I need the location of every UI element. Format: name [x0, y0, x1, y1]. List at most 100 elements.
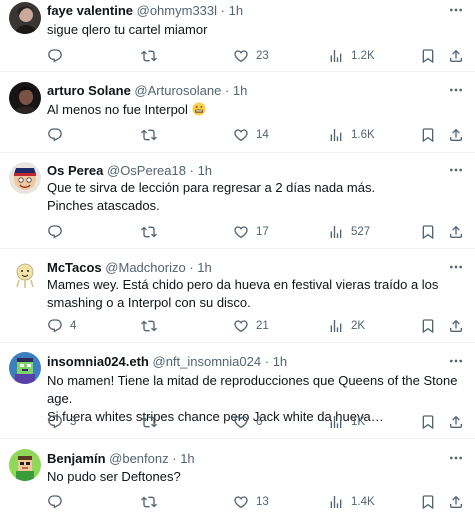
avatar[interactable] — [9, 258, 41, 290]
reply-tweet[interactable]: arturo Solane @Arturosolane · 1h Al meno… — [0, 72, 475, 153]
bookmark-button[interactable] — [420, 413, 436, 431]
user-handle[interactable]: @benfonz — [109, 451, 168, 466]
heart-icon — [233, 414, 249, 430]
reply-tweet[interactable]: insomnia024.eth @nft_insomnia024 · 1h No… — [0, 343, 475, 439]
tweet-text: Mames wey. Está chido pero da hueva en f… — [47, 276, 463, 312]
heart-icon — [233, 48, 249, 64]
reply-button[interactable]: 3 — [47, 413, 76, 431]
bookmark-button[interactable] — [420, 126, 436, 144]
tweet-text-line: Pinches atascados. — [47, 198, 160, 213]
reply-icon — [47, 127, 63, 143]
user-handle[interactable]: @OsPerea18 — [107, 163, 186, 178]
separator-dot: · — [220, 3, 225, 18]
share-button[interactable] — [448, 413, 464, 431]
more-icon[interactable] — [447, 82, 465, 98]
like-button[interactable]: 6 — [233, 413, 262, 431]
action-bar: 23 1.2K — [47, 47, 475, 65]
avatar[interactable] — [9, 82, 41, 114]
display-name[interactable]: McTacos — [47, 260, 102, 275]
action-bar: 17 527 — [47, 223, 475, 241]
avatar[interactable] — [9, 2, 41, 34]
timestamp[interactable]: 1h — [229, 3, 243, 18]
reply-icon — [47, 494, 63, 510]
like-button[interactable]: 13 — [233, 493, 269, 511]
heart-icon — [233, 224, 249, 240]
user-handle[interactable]: @nft_insomnia024 — [153, 354, 262, 369]
like-button[interactable]: 21 — [233, 317, 269, 335]
avatar[interactable] — [9, 352, 41, 384]
reply-button[interactable] — [47, 47, 70, 65]
more-icon[interactable] — [447, 162, 465, 178]
timestamp[interactable]: 1h — [197, 260, 211, 275]
views-button[interactable]: 527 — [328, 223, 370, 241]
avatar[interactable] — [9, 449, 41, 481]
share-button[interactable] — [448, 223, 464, 241]
retweet-button[interactable] — [141, 493, 164, 511]
more-icon[interactable] — [447, 450, 465, 466]
reply-count: 3 — [70, 416, 77, 428]
share-button[interactable] — [448, 493, 464, 511]
views-button[interactable]: 1K — [328, 413, 365, 431]
like-button[interactable]: 23 — [233, 47, 269, 65]
view-count: 1K — [351, 416, 366, 428]
share-icon — [448, 318, 464, 334]
timestamp[interactable]: 1h — [198, 163, 212, 178]
view-count: 1.4K — [351, 496, 375, 508]
share-icon — [448, 414, 464, 430]
like-count: 14 — [256, 129, 269, 141]
like-button[interactable]: 14 — [233, 126, 269, 144]
avatar[interactable] — [9, 162, 41, 194]
tweet-header: Os Perea @OsPerea18 · 1h — [47, 163, 212, 179]
retweet-button[interactable] — [141, 126, 164, 144]
retweet-button[interactable] — [141, 223, 164, 241]
timestamp[interactable]: 1h — [233, 83, 247, 98]
display-name[interactable]: insomnia024.eth — [47, 354, 149, 369]
timestamp[interactable]: 1h — [180, 451, 194, 466]
retweet-button[interactable] — [141, 317, 164, 335]
bookmark-button[interactable] — [420, 493, 436, 511]
views-button[interactable]: 1.4K — [328, 493, 375, 511]
reply-tweet[interactable]: Os Perea @OsPerea18 · 1h Que te sirva de… — [0, 153, 475, 249]
reply-button[interactable] — [47, 493, 70, 511]
reply-tweet[interactable]: faye valentine @ohmym333l · 1h sigue qle… — [0, 0, 475, 72]
display-name[interactable]: Os Perea — [47, 163, 103, 178]
bookmark-button[interactable] — [420, 47, 436, 65]
separator-dot: · — [224, 83, 230, 98]
retweet-button[interactable] — [141, 47, 164, 65]
action-bar: 3 6 1K — [47, 413, 475, 431]
tweet-text: sigue qlero tu cartel miamor — [47, 21, 463, 39]
user-handle[interactable]: @ohmym333l — [137, 3, 217, 18]
more-icon[interactable] — [447, 353, 465, 369]
timestamp[interactable]: 1h — [273, 354, 287, 369]
retweet-button[interactable] — [141, 413, 164, 431]
display-name[interactable]: faye valentine — [47, 3, 133, 18]
share-icon — [448, 127, 464, 143]
display-name[interactable]: Benjamín — [47, 451, 106, 466]
tweet-text-line: Que te sirva de lección para regresar a … — [47, 180, 376, 195]
reply-tweet[interactable]: McTacos @Madchorizo · 1h Mames wey. Está… — [0, 249, 475, 343]
bookmark-button[interactable] — [420, 317, 436, 335]
display-name[interactable]: arturo Solane — [47, 83, 131, 98]
share-button[interactable] — [448, 126, 464, 144]
bookmark-button[interactable] — [420, 223, 436, 241]
views-button[interactable]: 1.2K — [328, 47, 375, 65]
bookmark-icon — [420, 414, 436, 430]
share-icon — [448, 494, 464, 510]
retweet-icon — [141, 127, 157, 143]
reply-button[interactable] — [47, 126, 70, 144]
share-button[interactable] — [448, 47, 464, 65]
user-handle[interactable]: @Madchorizo — [105, 260, 185, 275]
separator-dot: · — [189, 260, 194, 275]
views-button[interactable]: 2K — [328, 317, 365, 335]
reply-button[interactable] — [47, 223, 70, 241]
views-button[interactable]: 1.6K — [328, 126, 375, 144]
reply-icon — [47, 318, 63, 334]
share-button[interactable] — [448, 317, 464, 335]
tweet-text: No pudo ser Deftones? — [47, 468, 463, 486]
more-icon[interactable] — [447, 2, 465, 18]
reply-button[interactable]: 4 — [47, 317, 76, 335]
reply-tweet[interactable]: Benjamín @benfonz · 1h No pudo ser Defto… — [0, 439, 475, 520]
like-button[interactable]: 17 — [233, 223, 269, 241]
more-icon[interactable] — [447, 259, 465, 275]
user-handle[interactable]: @Arturosolane — [134, 83, 221, 98]
